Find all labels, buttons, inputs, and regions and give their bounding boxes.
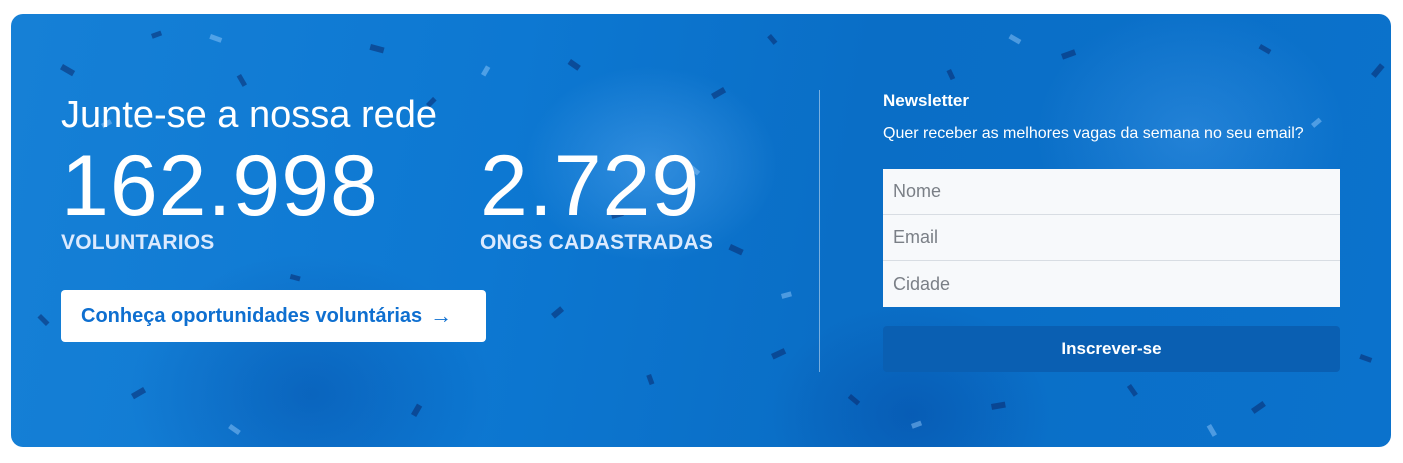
email-field[interactable] [883, 215, 1340, 261]
subscribe-button[interactable]: Inscrever-se [883, 326, 1340, 372]
newsletter-title: Newsletter [883, 91, 969, 110]
join-network-banner: Junte-se a nossa rede 162.998 VOLUNTARIO… [11, 14, 1391, 447]
city-field[interactable] [883, 261, 1340, 307]
ngos-label: ONGS CADASTRADAS [480, 231, 714, 254]
volunteer-opportunities-label: Conheça oportunidades voluntárias [81, 304, 423, 327]
section-divider [819, 90, 820, 372]
arrow-right-icon: → [430, 303, 453, 328]
ngos-stat: 2.729 ONGS CADASTRADAS [480, 136, 713, 255]
network-heading: Junte-se a nossa rede [61, 94, 438, 136]
name-field[interactable] [883, 169, 1340, 215]
newsletter-subtitle: Quer receber as melhores vagas da semana… [883, 125, 1304, 142]
volunteer-opportunities-button[interactable]: Conheça oportunidades voluntárias → [61, 290, 486, 342]
volunteers-count: 162.998 [61, 138, 379, 234]
ngos-count: 2.729 [480, 138, 701, 234]
newsletter-form [883, 169, 1340, 307]
volunteers-stat: 162.998 VOLUNTARIOS [61, 136, 379, 255]
